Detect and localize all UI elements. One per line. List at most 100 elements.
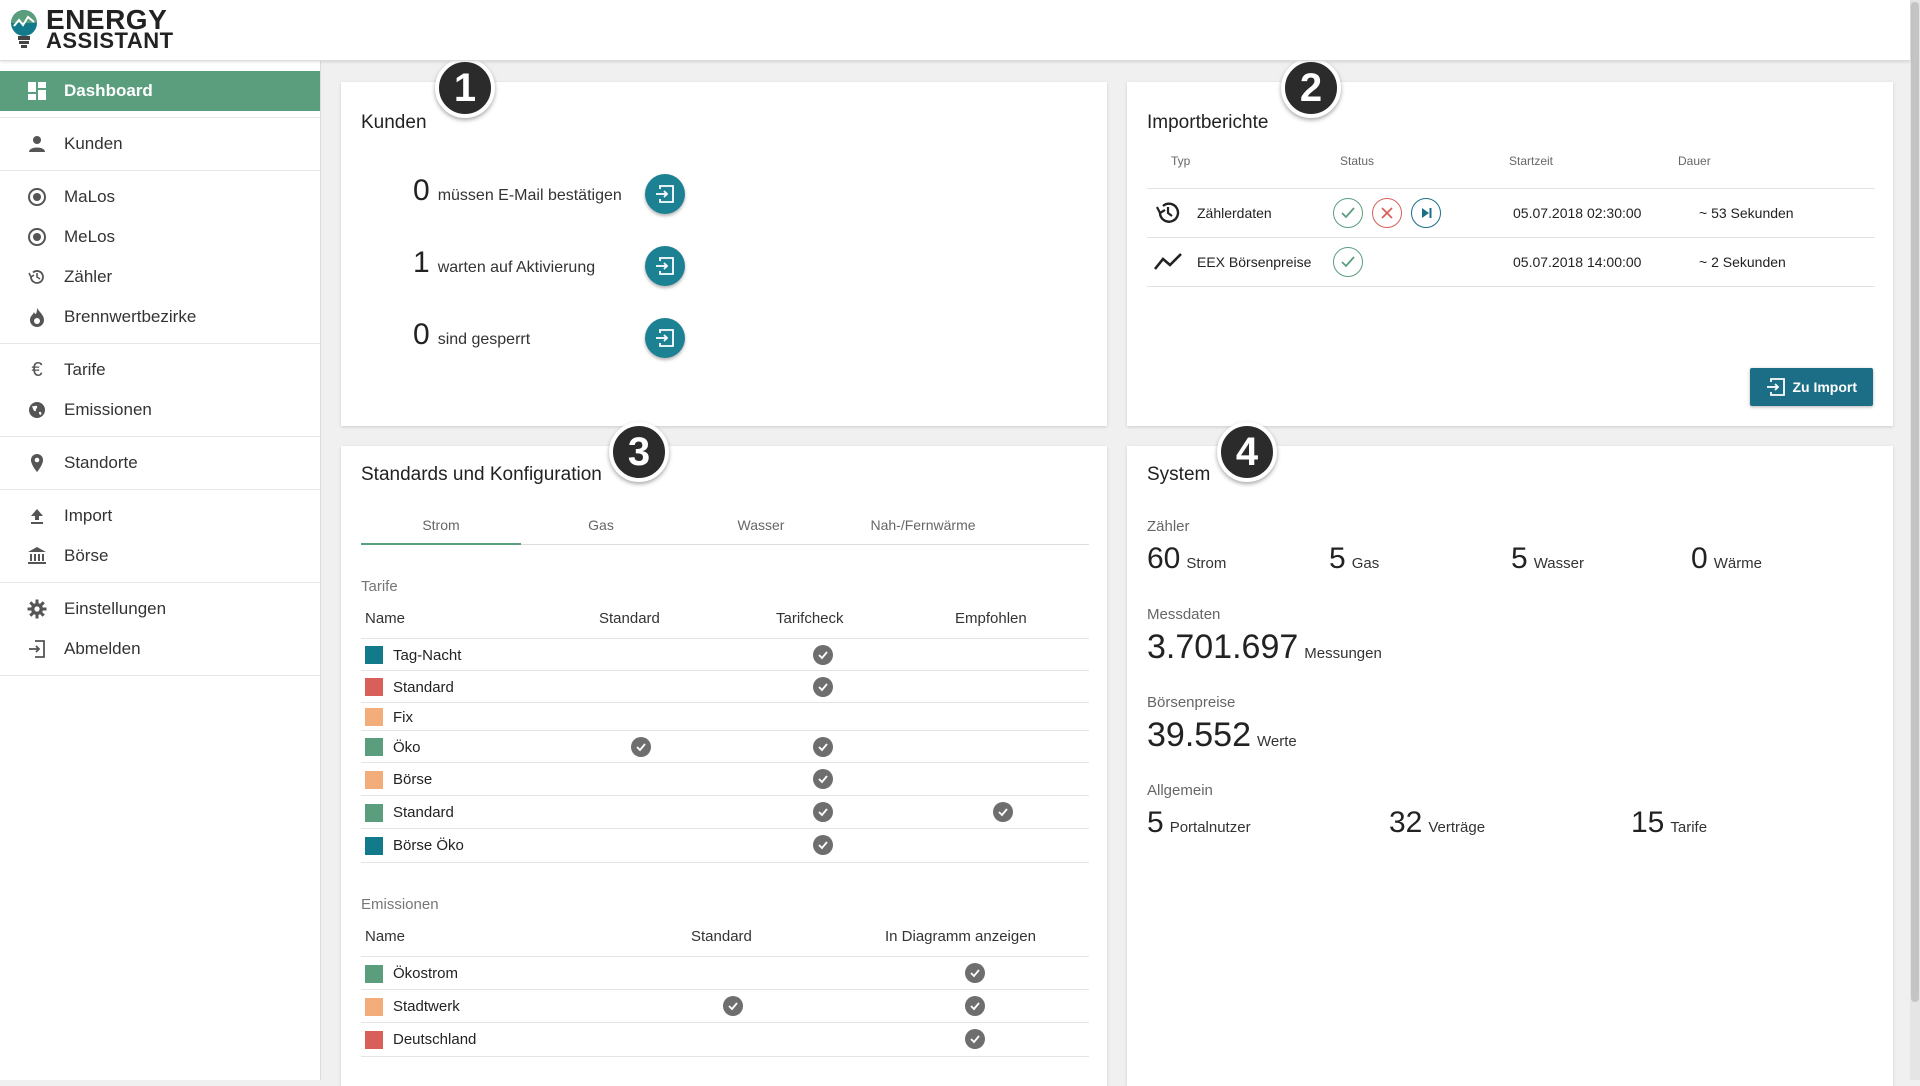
step-badge-3: 3 [609,422,669,482]
kunden-label: warten auf Aktivierung [437,259,596,276]
tab-bar: Strom Gas Wasser Nah-/Fernwärme [361,506,1089,545]
sidebar-item-kunden[interactable]: Kunden [0,124,320,164]
tarif-name-text: Börse [393,771,433,788]
import-start-time: 05.07.2018 02:30:00 [1513,205,1642,221]
zu-import-button[interactable]: Zu Import [1750,368,1873,406]
sidebar-item-boerse[interactable]: Börse [0,536,320,576]
kunden-title: Kunden [361,112,427,133]
page-scrollbar[interactable] [1910,0,1920,1080]
sidebar-item-label: Kunden [64,134,123,153]
check-icon [813,645,833,665]
emissionen-section-label: Emissionen [361,896,439,913]
color-swatch [365,997,383,1016]
scrollbar-thumb[interactable] [1911,2,1919,1002]
person-icon [24,131,50,157]
sidebar-item-abmelden[interactable]: Abmelden [0,629,320,669]
import-duration: ~ 53 Sekunden [1699,205,1794,221]
column-header-typ: Typ [1171,154,1191,168]
app-logo[interactable]: ENERGY ASSISTANT [8,4,174,52]
check-icon [813,737,833,757]
table-row[interactable]: Börse [361,762,1089,796]
stat-unit: Wärme [1713,555,1763,572]
table-row[interactable]: Standard [361,670,1089,703]
stat-unit: Wasser [1533,555,1584,572]
table-row[interactable]: Fix [361,702,1089,731]
tarif-name: Börse [365,763,432,796]
table-row[interactable]: Zählerdaten 05.07.2018 02:30:00 ~ 53 Sek… [1147,188,1875,237]
check-icon [631,737,651,757]
stat-number: 5 [1147,806,1164,839]
kunden-locked-open-button[interactable] [645,318,685,358]
system-title: System [1147,464,1211,485]
step-badge-2: 2 [1281,58,1341,118]
sidebar-item-melos[interactable]: MeLos [0,217,320,257]
table-row[interactable]: EEX Börsenpreise 05.07.2018 14:00:00 ~ 2… [1147,237,1875,287]
sidebar-item-dashboard[interactable]: Dashboard [0,71,320,111]
sidebar-item-label: Standorte [64,453,138,472]
globe-icon [24,397,50,423]
sidebar-item-einstellungen[interactable]: Einstellungen [0,589,320,629]
radio-icon [24,224,50,250]
zaehler-waerme: 0 Wärme [1691,542,1762,576]
color-swatch [365,836,383,855]
kunden-activation-open-button[interactable] [645,246,685,286]
table-row[interactable]: Stadtwerk [361,989,1089,1023]
check-icon [813,677,833,697]
logo-text: ENERGY ASSISTANT [46,4,174,52]
column-header-name: Name [365,610,406,627]
sidebar-item-emissionen[interactable]: Emissionen [0,390,320,430]
import-status [1333,189,1450,237]
sidebar-item-import[interactable]: Import [0,496,320,536]
sidebar-item-label: Tarife [64,360,106,379]
allgemein-portalnutzer: 5 Portalnutzer [1147,806,1251,840]
allgemein-label: Allgemein [1147,782,1213,799]
kunden-row-locked: 0 sind gesperrt [413,318,530,352]
sidebar-item-label: Brennwertbezirke [64,307,197,326]
kunden-label: sind gesperrt [437,331,531,348]
table-row[interactable]: Tag-Nacht [361,638,1089,671]
zaehler-wasser: 5 Wasser [1511,542,1584,576]
kunden-count: 1 [413,246,430,279]
step-badge-4: 4 [1217,422,1277,482]
column-header-diagramm: In Diagramm anzeigen [885,928,1036,945]
tarife-section-label: Tarife [361,578,398,595]
tab-strom[interactable]: Strom [361,506,521,545]
tab-wasser[interactable]: Wasser [681,506,841,544]
stat-number: 15 [1631,806,1665,839]
sidebar-item-tarife[interactable]: € Tarife [0,350,320,390]
table-row[interactable]: Börse Öko [361,828,1089,863]
sidebar-item-zaehler[interactable]: Zähler [0,257,320,297]
login-icon [656,257,674,275]
table-row[interactable]: Standard [361,795,1089,829]
emission-name-text: Ökostrom [393,965,459,982]
sidebar-item-brennwertbezirke[interactable]: Brennwertbezirke [0,297,320,337]
tarif-name-text: Fix [393,708,413,726]
sidebar-item-label: Einstellungen [64,599,167,618]
import-duration: ~ 2 Sekunden [1699,254,1786,270]
table-row[interactable]: Ökostrom [361,956,1089,990]
trend-line-icon [1153,238,1185,286]
table-row[interactable]: Deutschland [361,1022,1089,1057]
nav-group-tariffs: € Tarife Emissionen [0,344,320,437]
stat-number: 0 [1691,542,1708,575]
sidebar-item-malos[interactable]: MaLos [0,177,320,217]
nav-group-customers: Kunden [0,118,320,171]
import-title: Importberichte [1147,112,1269,133]
stat-unit: Verträge [1428,819,1486,836]
euro-icon: € [31,358,43,381]
gear-icon [24,596,50,622]
logo-line-1: ENERGY [46,4,168,35]
tarif-name-text: Börse Öko [393,837,464,854]
upload-icon [24,503,50,529]
radio-icon [24,184,50,210]
stat-number: 5 [1511,542,1528,575]
sidebar-item-standorte[interactable]: Standorte [0,443,320,483]
kunden-email-open-button[interactable] [645,174,685,214]
lightbulb-logo-icon [11,10,37,48]
tab-nah-fernwaerme[interactable]: Nah-/Fernwärme [843,506,1003,544]
color-swatch [365,803,383,822]
tab-gas[interactable]: Gas [521,506,681,544]
column-header-startzeit: Startzeit [1509,154,1554,168]
check-icon [993,802,1013,822]
table-row[interactable]: Öko [361,730,1089,763]
